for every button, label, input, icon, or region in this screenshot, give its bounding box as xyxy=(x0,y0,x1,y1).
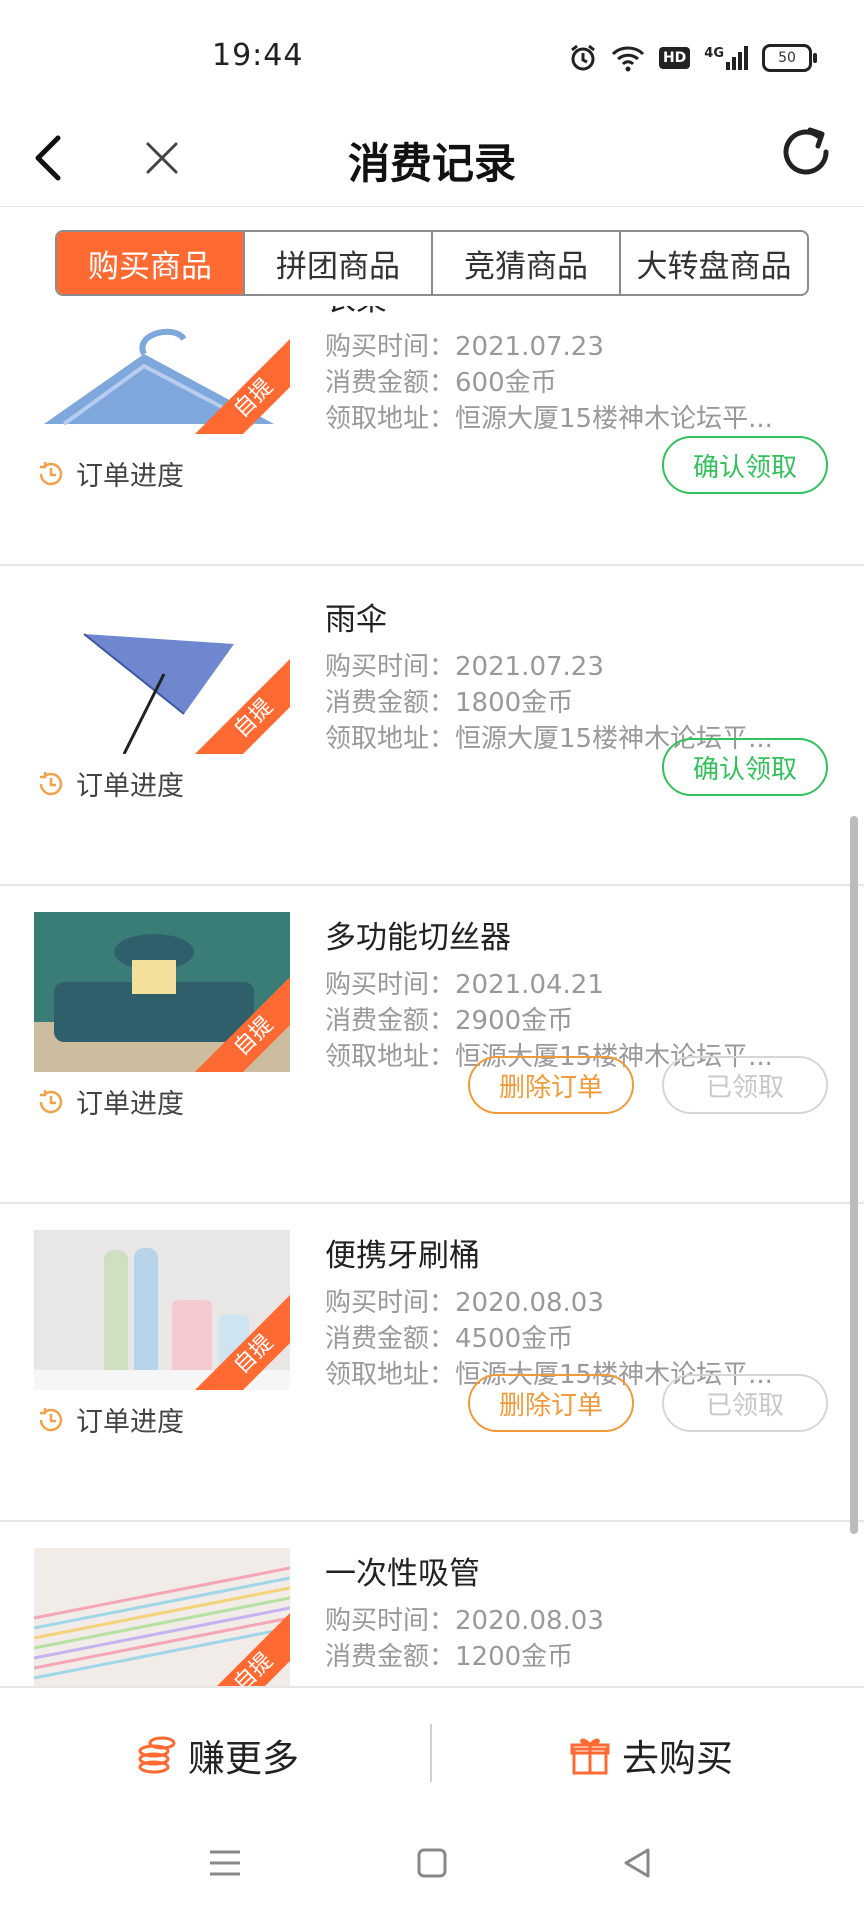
order-progress-label: 订单进度 xyxy=(76,1407,184,1438)
gift-icon xyxy=(570,1738,610,1775)
product-image: 自提 xyxy=(34,1548,290,1686)
scrollbar[interactable] xyxy=(850,816,858,1534)
order-item: 自提 衣架 购买时间：2021.07.23 消费金额：600金币 领取地址：恒源… xyxy=(0,306,864,566)
go-buy-label: 去购买 xyxy=(622,1737,733,1780)
coins-icon xyxy=(138,1736,176,1774)
order-list[interactable]: 自提 衣架 购买时间：2021.07.23 消费金额：600金币 领取地址：恒源… xyxy=(0,306,864,1686)
amount: 消费金额：1800金币 xyxy=(325,688,574,718)
order-progress-link[interactable]: 订单进度 xyxy=(36,1082,184,1121)
history-icon xyxy=(39,1407,63,1431)
earn-more-label: 赚更多 xyxy=(188,1737,299,1780)
wifi-icon xyxy=(611,46,644,72)
tab-buy-goods[interactable]: 购买商品 xyxy=(57,232,243,294)
product-name: 雨伞 xyxy=(325,602,387,638)
product-name: 一次性吸管 xyxy=(325,1556,480,1592)
back-nav-icon[interactable] xyxy=(620,1846,654,1880)
menu-icon[interactable] xyxy=(208,1848,242,1878)
tab-group-goods[interactable]: 拼团商品 xyxy=(243,232,431,294)
status-time: 19:44 xyxy=(212,38,304,73)
nav-header: 消费记录 xyxy=(0,110,864,207)
order-item: 自提 多功能切丝器 购买时间：2021.04.21 消费金额：2900金币 领取… xyxy=(0,884,864,1204)
hd-badge: HD xyxy=(658,47,691,69)
product-name: 便携牙刷桶 xyxy=(325,1238,480,1274)
bottom-action-bar: 赚更多 去购买 xyxy=(0,1686,864,1818)
refresh-icon xyxy=(783,127,829,175)
order-progress-link[interactable]: 订单进度 xyxy=(36,1400,184,1439)
history-icon xyxy=(39,461,63,485)
delete-order-button[interactable]: 删除订单 xyxy=(468,1056,634,1114)
network-type: 4G xyxy=(704,46,724,61)
page-title: 消费记录 xyxy=(347,139,516,188)
product-name: 衣架 xyxy=(325,306,387,319)
amount: 消费金额：2900金币 xyxy=(325,1006,574,1036)
history-icon xyxy=(39,1089,63,1113)
confirm-pickup-button[interactable]: 确认领取 xyxy=(662,738,828,796)
confirm-pickup-button[interactable]: 确认领取 xyxy=(662,436,828,494)
history-icon xyxy=(39,771,63,795)
earn-more-button[interactable]: 赚更多 xyxy=(134,1728,299,1782)
amount: 消费金额：4500金币 xyxy=(325,1324,574,1354)
purchase-time: 购买时间：2021.04.21 xyxy=(325,970,604,1000)
product-image: 自提 xyxy=(34,1230,290,1390)
refresh-button[interactable] xyxy=(776,122,836,182)
delete-order-button[interactable]: 删除订单 xyxy=(468,1374,634,1432)
amount: 消费金额：1200金币 xyxy=(325,1642,574,1672)
product-name: 多功能切丝器 xyxy=(325,920,511,956)
order-item: 自提 便携牙刷桶 购买时间：2020.08.03 消费金额：4500金币 领取地… xyxy=(0,1202,864,1522)
signal-icon: 4G xyxy=(704,46,748,70)
product-image: 自提 xyxy=(34,306,290,434)
product-image: 自提 xyxy=(34,912,290,1072)
order-item: 自提 雨伞 购买时间：2021.07.23 消费金额：1800金币 领取地址：恒… xyxy=(0,566,864,886)
tab-wheel-goods[interactable]: 大转盘商品 xyxy=(619,232,807,294)
order-progress-label: 订单进度 xyxy=(76,461,184,492)
go-buy-button[interactable]: 去购买 xyxy=(568,1728,733,1782)
order-progress-label: 订单进度 xyxy=(76,771,184,802)
purchase-time: 购买时间：2020.08.03 xyxy=(325,1606,604,1636)
order-progress-label: 订单进度 xyxy=(76,1089,184,1120)
purchase-time: 购买时间：2021.07.23 xyxy=(325,332,604,362)
received-button: 已领取 xyxy=(662,1056,828,1114)
order-progress-link[interactable]: 订单进度 xyxy=(36,764,184,803)
tab-guess-goods[interactable]: 竞猜商品 xyxy=(431,232,619,294)
battery-level: 50 xyxy=(778,50,796,66)
order-progress-link[interactable]: 订单进度 xyxy=(36,454,184,493)
category-tabs: 购买商品 拼团商品 竞猜商品 大转盘商品 xyxy=(55,230,809,296)
alarm-icon xyxy=(571,44,595,71)
status-bar: 19:44 HD 4G 50 xyxy=(0,0,864,110)
divider xyxy=(430,1724,432,1782)
amount: 消费金额：600金币 xyxy=(325,368,557,398)
pickup-address: 领取地址：恒源大厦15楼神木论坛平... xyxy=(325,404,773,434)
home-icon[interactable] xyxy=(416,1846,448,1880)
status-icons: HD 4G 50 xyxy=(569,40,817,76)
battery-icon: 50 xyxy=(762,44,817,72)
received-button: 已领取 xyxy=(662,1374,828,1432)
order-item: 自提 一次性吸管 购买时间：2020.08.03 消费金额：1200金币 xyxy=(0,1520,864,1686)
system-nav-bar xyxy=(0,1816,864,1920)
purchase-time: 购买时间：2020.08.03 xyxy=(325,1288,604,1318)
purchase-time: 购买时间：2021.07.23 xyxy=(325,652,604,682)
product-image: 自提 xyxy=(34,594,290,754)
